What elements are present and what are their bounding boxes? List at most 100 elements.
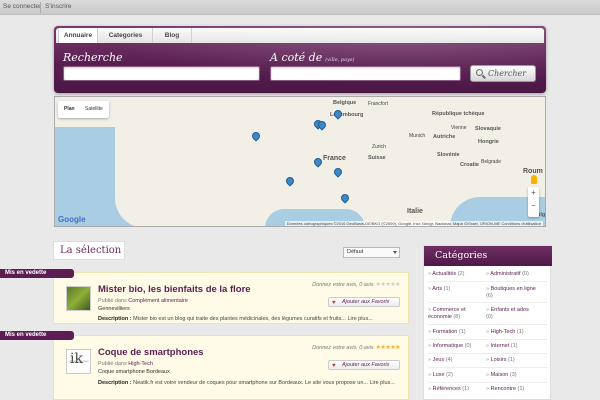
categories-sidebar: Catégories Actualités (2) Arts (1) Comme… — [423, 245, 552, 400]
map-label-italie: Italie — [407, 208, 423, 215]
selection-section: La sélection Défaut Mister bio, les bien… — [47, 241, 409, 400]
tab-blog[interactable]: Blog — [153, 28, 192, 43]
map-label-suisse: Suisse — [368, 155, 386, 161]
map-label-republique-tcheque: République tchèque — [432, 111, 485, 117]
category-link[interactable]: Actualités (2) — [428, 271, 483, 278]
category-link[interactable]: Internet (1) — [486, 343, 550, 350]
listing-title[interactable]: Mister bio, les bienfaits de la flore — [98, 284, 251, 295]
category-link[interactable]: Arts (1) — [428, 286, 483, 293]
search-label: Recherche — [63, 51, 123, 64]
published-prefix: Publié dans — [98, 361, 127, 367]
category-link[interactable]: Boutiques en ligne (6) — [486, 286, 536, 300]
listing-description: Description : Neatik.fr est votre vendeu… — [98, 379, 404, 387]
divider — [428, 353, 548, 354]
favorites-label: Ajouter aux Favoris — [342, 362, 390, 368]
search-input[interactable] — [63, 66, 260, 81]
listing-title[interactable]: Coque de smartphones — [98, 347, 204, 358]
map-label-slovenie: Slovénie — [437, 152, 460, 158]
category-link[interactable]: Luxe (2) — [428, 372, 483, 379]
map-label-slovaquie: Slovaquie — [475, 126, 501, 132]
category-link[interactable]: Loisirs (1) — [486, 357, 550, 364]
category-link[interactable]: High-Tech (1) — [486, 329, 550, 336]
map-label-france: France — [323, 155, 346, 162]
featured-badge: Mis en vedette — [0, 331, 74, 340]
category-link[interactable]: Administratif (0) — [486, 271, 550, 278]
category-link[interactable]: Enfants et ados (0) — [486, 307, 536, 321]
listing-location: Gennevilliers — [98, 306, 130, 312]
divider — [428, 367, 548, 368]
listing-thumbnail[interactable] — [66, 286, 91, 311]
map-type-control: Plan Satellite — [58, 101, 109, 118]
listing-card: ik smartphones Coque de smartphones Publi… — [53, 335, 409, 400]
heart-icon: ♥ — [332, 363, 336, 369]
category-link[interactable]: Maison (3) — [486, 372, 550, 379]
map-type-satellite[interactable]: Satellite — [85, 106, 103, 112]
divider — [40, 2, 41, 13]
rating[interactable]: Donnez votre avis, 0 avis ★★★★★ — [312, 344, 400, 351]
map-label-hongrie: Hongrie — [478, 139, 499, 145]
heart-icon: ♥ — [332, 300, 336, 306]
map-city-francfort: Francfort — [368, 101, 389, 107]
location-hint: (ville, pays) — [325, 57, 355, 63]
listing-category-link[interactable]: Complément alimentaire — [128, 298, 188, 304]
google-logo: Google — [58, 215, 86, 224]
map-attribution[interactable]: Données cartographiques ©2016 GeoBasis-D… — [284, 221, 543, 226]
top-bar: Se connecter S'inscrire — [0, 0, 600, 15]
search-button-label: Chercher — [488, 69, 527, 78]
zoom-control: + − — [528, 187, 539, 217]
listing-category-line: Publié dans High-Tech — [98, 361, 153, 367]
categories-title: Catégories — [424, 246, 552, 266]
category-link[interactable]: Formation (1) — [428, 329, 483, 336]
divider — [428, 281, 548, 282]
featured-badge: Mis en vedette — [0, 269, 74, 278]
add-to-favorites-button[interactable]: ♥ Ajouter aux Favoris — [328, 360, 400, 370]
selection-title: La sélection — [53, 241, 125, 260]
zoom-in-button[interactable]: + — [528, 188, 539, 197]
listing-category-line: Publié dans Complément alimentaire — [98, 298, 188, 304]
register-link[interactable]: S'inscrire — [45, 3, 72, 10]
category-link[interactable]: Jeux (4) — [428, 357, 483, 364]
map-city-belgrade: Belgrade — [481, 159, 502, 165]
map-city-zurich: Zurich — [372, 144, 386, 150]
category-link[interactable]: Références (1) — [428, 386, 483, 393]
search-icon — [476, 69, 483, 76]
category-link[interactable]: Rencontre (1) — [486, 386, 550, 393]
rating-text: Donnez votre avis, 0 avis — [312, 282, 374, 288]
location-input[interactable] — [270, 66, 461, 81]
sort-select[interactable]: Défaut — [343, 247, 400, 258]
description-label: Description : — [98, 316, 132, 322]
listing-category-link[interactable]: High-Tech — [128, 361, 153, 367]
favorites-label: Ajouter aux Favoris — [342, 299, 390, 305]
listing-card: Mister bio, les bienfaits de la flore Pu… — [53, 272, 409, 324]
star-rating-icon: ★★★★★ — [375, 282, 401, 288]
category-link[interactable]: Informatique (0) — [428, 343, 483, 350]
rating-text: Donnez votre avis, 0 avis — [312, 345, 374, 351]
map-label-belgique: Belgique — [333, 100, 357, 106]
chevron-down-icon — [393, 251, 397, 254]
divider — [428, 339, 548, 340]
rating[interactable]: Donnez votre avis, 0 avis ★★★★★ — [312, 281, 400, 288]
description-label: Description : — [98, 380, 132, 386]
search-button[interactable]: Chercher — [470, 65, 536, 82]
add-to-favorites-button[interactable]: ♥ Ajouter aux Favoris — [328, 297, 400, 307]
tab-annuaire[interactable]: Annuaire — [58, 28, 98, 43]
map-label-croatie: Croatie — [460, 162, 479, 168]
location-label-text: A coté de — [270, 51, 323, 64]
map-city-vienne: Vienne — [451, 125, 467, 131]
zoom-out-button[interactable]: − — [528, 201, 539, 210]
description-text: Mister bio est un blog qui traite des pl… — [133, 316, 373, 322]
published-prefix: Publié dans — [98, 298, 127, 304]
login-link[interactable]: Se connecter — [3, 3, 41, 10]
map-type-plan[interactable]: Plan — [64, 106, 75, 112]
category-link[interactable]: Commerce et économie (8) — [428, 307, 483, 321]
map[interactable]: Plan Satellite Belgique Luxembourg Répub… — [54, 96, 546, 227]
divider — [428, 302, 548, 303]
street-view-pegman-icon[interactable] — [531, 175, 537, 184]
description-text: Neatik.fr est votre vendeur de coques po… — [133, 380, 395, 386]
listing-thumbnail[interactable]: ik smartphones — [66, 349, 91, 374]
listing-location: Coque smartphone Bordeaux — [98, 369, 170, 375]
tab-categories[interactable]: Categories — [99, 28, 153, 43]
location-label: A coté de (ville, pays) — [270, 51, 354, 64]
sort-value: Défaut — [347, 249, 364, 255]
map-label-roumanie: Roum — [523, 168, 543, 175]
